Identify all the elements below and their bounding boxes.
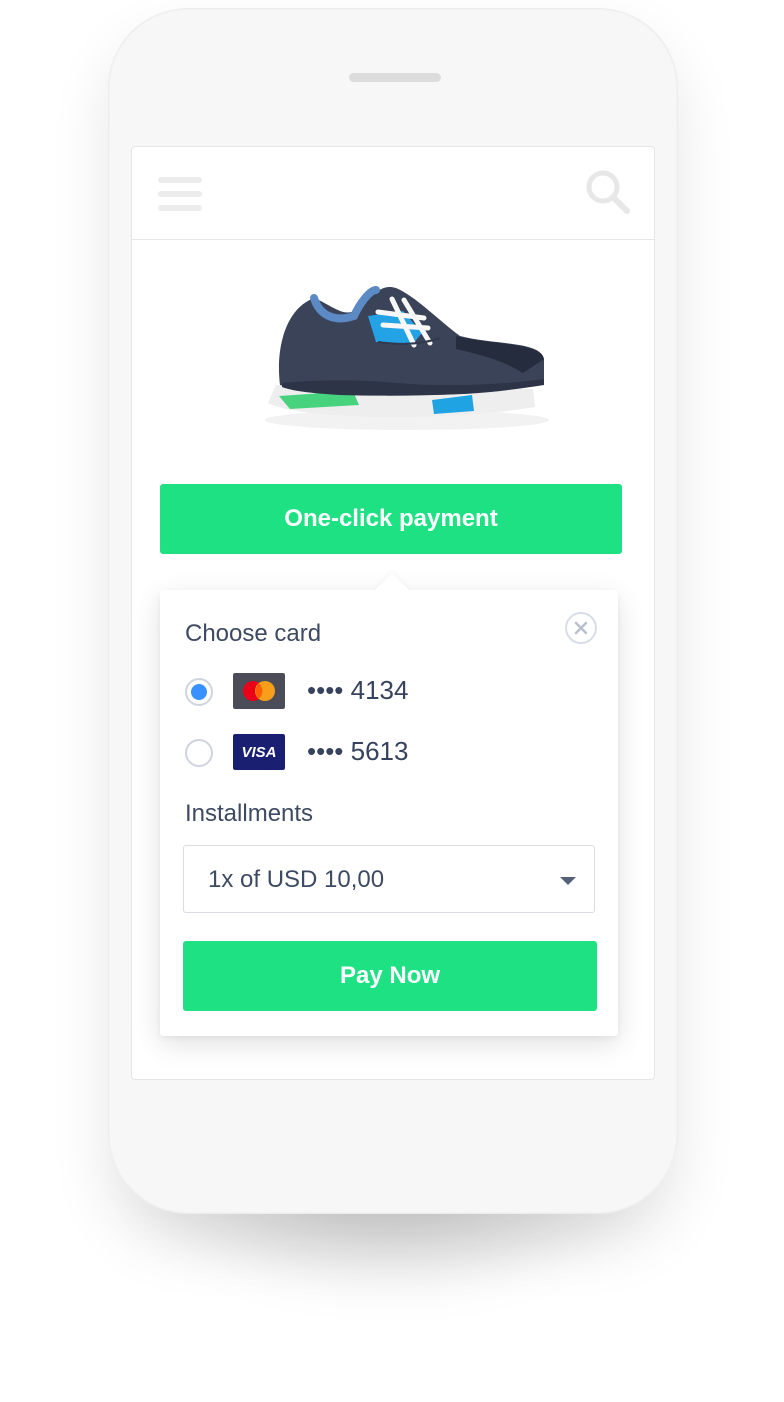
menu-icon[interactable] xyxy=(158,177,202,211)
visa-icon: VISA xyxy=(233,734,285,770)
card-option-mastercard[interactable]: •••• 4134 xyxy=(185,673,485,711)
chevron-down-icon xyxy=(560,877,576,885)
one-click-payment-button[interactable]: One-click payment xyxy=(160,484,622,554)
app-topbar xyxy=(132,147,654,240)
card-number-4134: •••• 4134 xyxy=(307,675,409,705)
stage: One-click payment Choose card •••• 4134 xyxy=(0,0,784,1402)
choose-card-label: Choose card xyxy=(185,620,322,647)
installments-value: 1x of USD 10,00 xyxy=(208,866,385,893)
card-radio-selected[interactable] xyxy=(185,678,213,706)
phone-speaker xyxy=(349,73,441,82)
search-icon[interactable] xyxy=(585,169,631,215)
svg-text:VISA: VISA xyxy=(241,744,276,761)
payment-popover: Choose card •••• 4134 VISA •••• 5613 Ins… xyxy=(160,573,618,1036)
card-number-5613: •••• 5613 xyxy=(307,736,409,766)
close-icon xyxy=(574,621,588,635)
sneaker-illustration xyxy=(265,286,549,430)
card-radio-unselected[interactable] xyxy=(185,739,213,767)
mastercard-icon xyxy=(233,673,285,709)
installments-label: Installments xyxy=(185,800,314,827)
card-option-visa[interactable]: VISA •••• 5613 xyxy=(185,734,485,772)
close-button[interactable] xyxy=(565,612,597,644)
pay-now-button[interactable]: Pay Now xyxy=(183,941,597,1011)
installments-select[interactable]: 1x of USD 10,00 xyxy=(183,845,595,913)
